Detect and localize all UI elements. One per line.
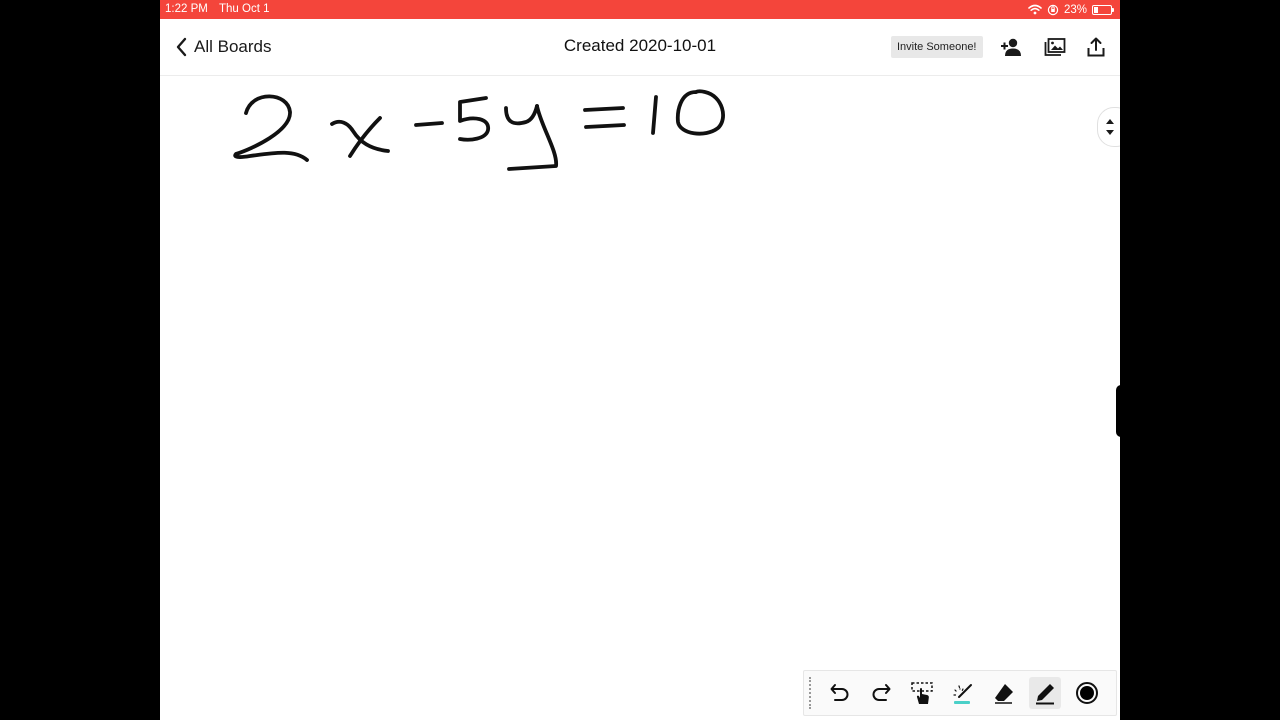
ink-minus-sign <box>414 121 444 127</box>
pen-button[interactable] <box>1029 677 1061 709</box>
ink-digit-5 <box>458 96 490 142</box>
share-icon[interactable] <box>1084 35 1108 59</box>
status-time: 1:22 PM <box>165 3 208 15</box>
laser-pointer-icon <box>953 684 972 704</box>
wifi-icon <box>1028 4 1042 15</box>
color-icon <box>1076 682 1098 704</box>
hand-select-icon <box>911 682 933 704</box>
status-date: Thu Oct 1 <box>219 3 270 15</box>
drawing-toolbar <box>803 670 1117 716</box>
eraser-button[interactable] <box>988 677 1020 709</box>
ink-digit-2 <box>233 94 309 162</box>
battery-percent: 23% <box>1063 3 1087 16</box>
redo-icon <box>872 684 891 701</box>
whiteboard-canvas[interactable] <box>160 76 1120 720</box>
ink-equals-top <box>583 106 625 112</box>
laser-pointer-button[interactable] <box>947 677 979 709</box>
ink-letter-y-stroke-1 <box>504 104 539 126</box>
eraser-icon <box>995 684 1013 704</box>
select-tool-button[interactable] <box>906 677 938 709</box>
app-screen: 1:22 PM Thu Oct 1 23% All Boards Created… <box>160 0 1120 720</box>
add-person-icon[interactable] <box>1000 35 1024 59</box>
expand-arrows-icon <box>1106 119 1114 135</box>
gallery-icon[interactable] <box>1043 35 1067 59</box>
toolbar-grip-handle[interactable] <box>809 677 813 709</box>
undo-icon <box>830 684 849 701</box>
redo-button[interactable] <box>865 677 897 709</box>
ink-letter-x-stroke-1 <box>330 119 390 153</box>
invite-someone-button[interactable]: Invite Someone! <box>891 36 983 58</box>
color-picker-button[interactable] <box>1071 677 1103 709</box>
edge-drag-handle[interactable] <box>1116 385 1120 437</box>
status-indicators: 23% <box>1028 2 1114 17</box>
status-bar: 1:22 PM Thu Oct 1 23% <box>160 0 1120 19</box>
orientation-lock-icon <box>1047 4 1059 15</box>
ink-digit-1 <box>651 95 658 135</box>
pen-icon <box>1036 684 1054 705</box>
page-scroll-toggle[interactable] <box>1097 107 1120 147</box>
undo-button[interactable] <box>824 677 856 709</box>
handwritten-equation <box>233 89 725 171</box>
ink-equals-bottom <box>584 123 626 129</box>
ink-digit-0 <box>675 89 725 136</box>
board-header: All Boards Created 2020-10-01 Invite Som… <box>160 19 1120 76</box>
battery-icon <box>1092 4 1114 15</box>
